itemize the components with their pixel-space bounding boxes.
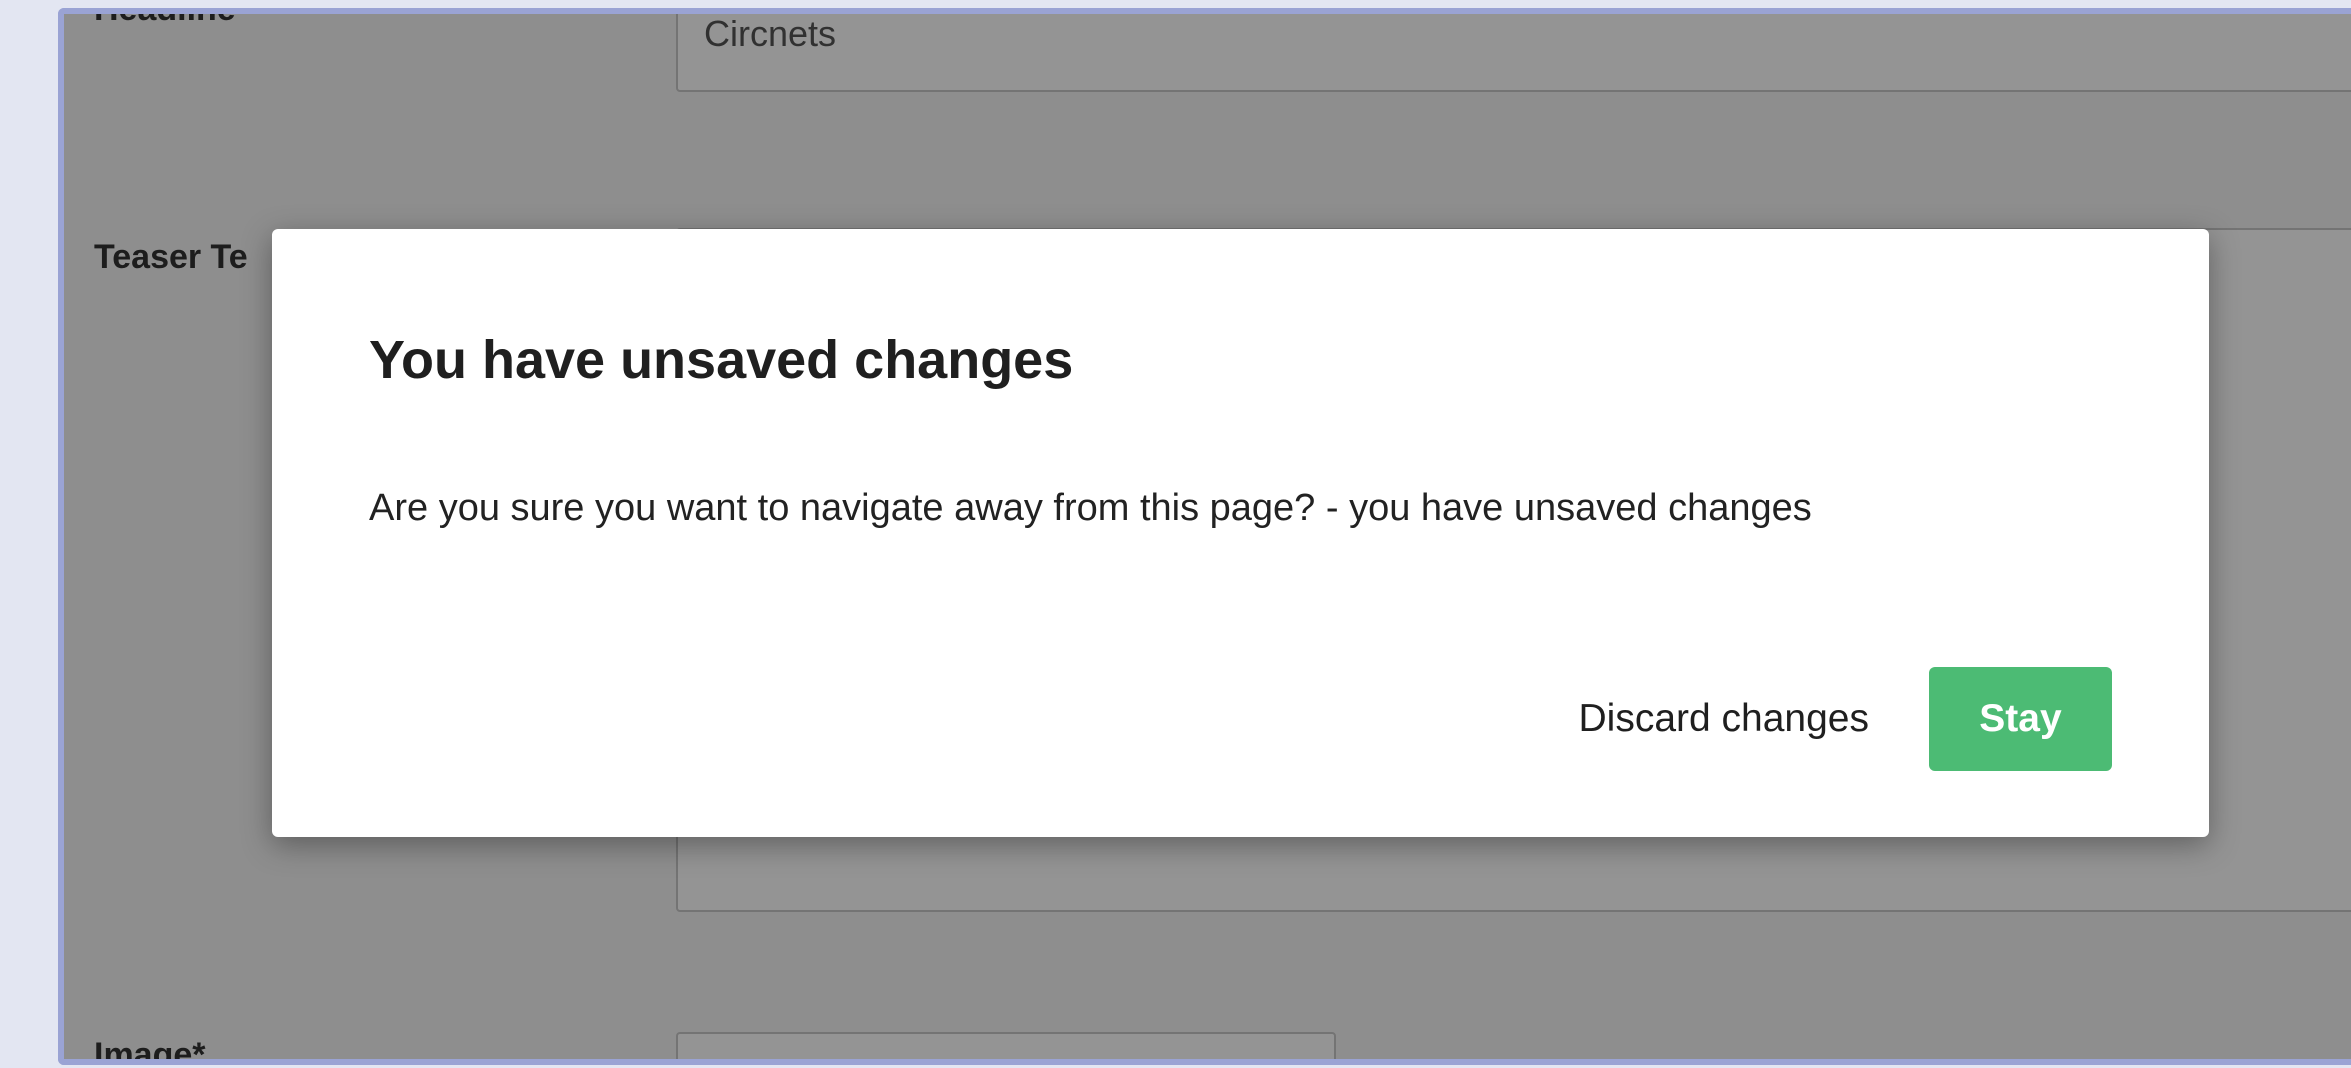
dialog-actions: Discard changes Stay [1579,667,2112,771]
unsaved-changes-dialog: You have unsaved changes Are you sure yo… [272,229,2209,837]
dialog-title: You have unsaved changes [369,330,1074,390]
stay-button[interactable]: Stay [1929,667,2112,771]
dialog-message: Are you sure you want to navigate away f… [369,487,1812,529]
discard-changes-button[interactable]: Discard changes [1579,667,1929,771]
